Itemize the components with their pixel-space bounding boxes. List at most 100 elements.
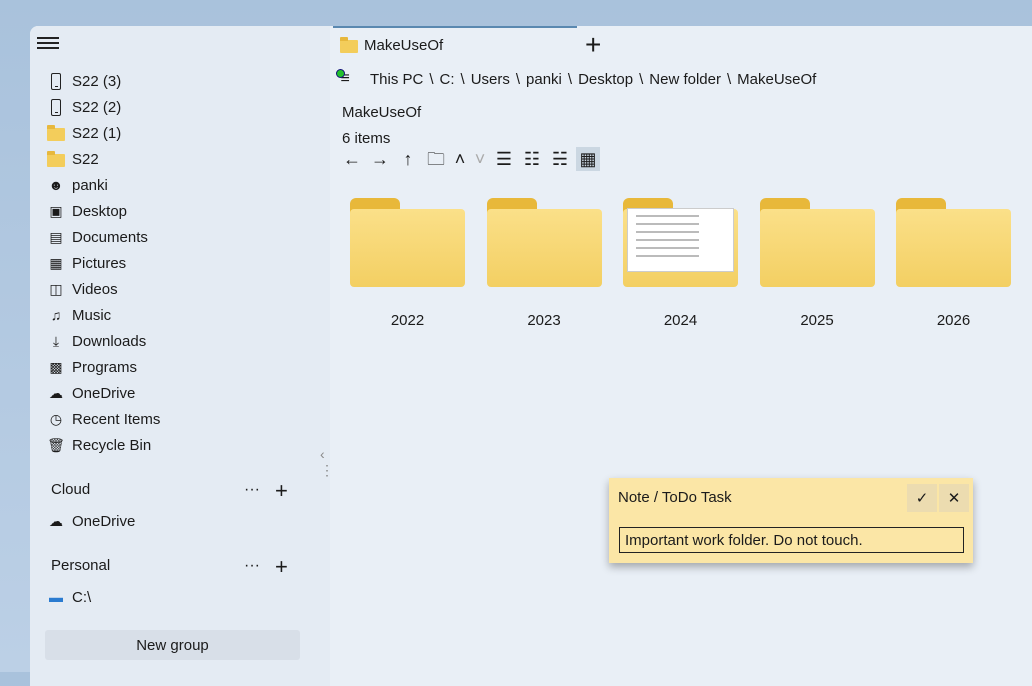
sidebar-item-pictures[interactable]: ▦ Pictures xyxy=(46,250,316,276)
toolbar: ← → ↑ 🗀 ˄ ˅ ☰ ☷ ☵ ▦ xyxy=(340,147,600,171)
folder-name: 2025 xyxy=(800,312,834,329)
back-icon[interactable]: ← xyxy=(340,147,364,171)
folder-title: MakeUseOf xyxy=(342,104,422,121)
sidebar-item-label: Desktop xyxy=(72,202,128,220)
videos-icon: ◫ xyxy=(49,280,63,297)
tiles-view-icon[interactable]: ☵ xyxy=(548,147,572,171)
list-view-icon[interactable]: ☷ xyxy=(520,147,544,171)
folder-icon xyxy=(759,196,875,288)
sort-asc-icon[interactable]: ˄ xyxy=(452,147,468,171)
note-title: Note / ToDo Task xyxy=(618,489,732,506)
music-icon: ♫ xyxy=(50,307,62,323)
crumb-c[interactable]: C: xyxy=(440,71,455,88)
sidebar-item-label: OneDrive xyxy=(72,384,136,402)
folder-item[interactable]: 2022 xyxy=(350,196,487,329)
sidebar-item-s22-3[interactable]: S22 (3) xyxy=(46,68,316,94)
sidebar-item-programs[interactable]: ▩ Programs xyxy=(46,354,316,380)
icons-view-icon[interactable]: ▦ xyxy=(576,147,600,171)
crumb-panki[interactable]: panki xyxy=(526,71,562,88)
menu-icon[interactable] xyxy=(37,34,59,52)
add-icon[interactable]: + xyxy=(275,478,288,504)
note-input[interactable] xyxy=(619,527,964,553)
details-view-icon[interactable]: ☰ xyxy=(492,147,516,171)
sidebar-item-s22[interactable]: S22 xyxy=(46,146,316,172)
folder-icon xyxy=(46,150,66,168)
more-icon[interactable]: ··· xyxy=(244,481,260,499)
pictures-icon: ▦ xyxy=(49,254,63,271)
tab-makeuseof[interactable]: MakeUseOf xyxy=(333,26,577,62)
phone-icon xyxy=(46,98,66,116)
sidebar-item-label: S22 (1) xyxy=(72,124,122,142)
cloud-icon: ☁ xyxy=(49,384,63,401)
crumb-sep: \ xyxy=(429,70,434,88)
more-icon[interactable]: ··· xyxy=(244,557,260,575)
new-group-button[interactable]: New group xyxy=(45,630,300,660)
forward-icon[interactable]: → xyxy=(368,147,392,171)
sidebar-item-label: Programs xyxy=(72,358,138,376)
crumb-this-pc[interactable]: This PC xyxy=(370,71,423,88)
sidebar-item-downloads[interactable]: ⤓ Downloads xyxy=(46,328,316,354)
documents-icon: ▤ xyxy=(49,228,63,245)
sidebar-item-label: Downloads xyxy=(72,332,147,350)
history-icon: ◷ xyxy=(49,410,63,427)
new-tab-button[interactable]: + xyxy=(585,30,601,60)
folder-with-preview-icon xyxy=(623,196,738,288)
sidebar-item-label: Videos xyxy=(72,280,118,298)
sidebar-item-label: panki xyxy=(72,176,108,194)
sidebar-item-label: Music xyxy=(72,306,112,324)
folder-icon xyxy=(896,196,1011,288)
confirm-icon[interactable]: ✓ xyxy=(907,484,937,512)
folder-item[interactable]: 2025 xyxy=(759,196,897,329)
list-icon[interactable]: ≡ xyxy=(336,69,356,88)
folder-item[interactable]: 2023 xyxy=(486,196,624,329)
sidebar-item-label: S22 (3) xyxy=(72,72,122,90)
sidebar-item-videos[interactable]: ◫ Videos xyxy=(46,276,316,302)
folder-icon xyxy=(46,124,66,142)
crumb-sep: \ xyxy=(515,70,521,88)
folder-icon xyxy=(350,196,465,288)
sidebar-item-cloud-onedrive[interactable]: ☁ OneDrive xyxy=(46,508,135,534)
crumb-makeuseof[interactable]: MakeUseOf xyxy=(737,71,816,88)
sidebar-item-label: Documents xyxy=(72,228,148,246)
sidebar-item-recent[interactable]: ◷ Recent Items xyxy=(46,406,316,432)
nav-list: S22 (3) S22 (2) S22 (1) S22 ☻ panki ▣ Desk… xyxy=(46,68,316,458)
sidebar-item-label: OneDrive xyxy=(72,512,136,530)
desktop-icon: ▣ xyxy=(49,202,63,219)
close-icon[interactable]: ✕ xyxy=(939,484,969,512)
sidebar-item-music[interactable]: ♫ Music xyxy=(46,302,316,328)
add-icon[interactable]: + xyxy=(275,554,288,580)
note-popup: Note / ToDo Task ✓ ✕ xyxy=(609,478,973,563)
crumb-sep: \ xyxy=(726,70,732,88)
folder-item[interactable]: 2024 xyxy=(623,196,760,329)
tab-label: MakeUseOf xyxy=(364,36,444,54)
phone-icon xyxy=(46,72,66,90)
item-count: 6 items xyxy=(342,130,391,147)
sidebar-item-panki[interactable]: ☻ panki xyxy=(46,172,316,198)
sidebar-item-s22-1[interactable]: S22 (1) xyxy=(46,120,316,146)
crumb-new-folder[interactable]: New folder xyxy=(649,71,721,88)
crumb-users[interactable]: Users xyxy=(471,71,510,88)
folder-icon xyxy=(486,196,602,288)
sort-desc-icon[interactable]: ˅ xyxy=(472,147,488,171)
download-icon: ⤓ xyxy=(52,332,60,349)
sidebar-item-c-drive[interactable]: ▬ C:\ xyxy=(46,584,91,610)
crumb-sep: \ xyxy=(639,70,644,88)
sidebar-item-s22-2[interactable]: S22 (2) xyxy=(46,94,316,120)
folder-item[interactable]: 2026 xyxy=(896,196,1032,329)
sidebar-item-desktop[interactable]: ▣ Desktop xyxy=(46,198,316,224)
sidebar-item-onedrive[interactable]: ☁ OneDrive xyxy=(46,380,316,406)
sidebar-item-recycle-bin[interactable]: 🗑 Recycle Bin xyxy=(46,432,316,458)
folder-name: 2022 xyxy=(390,312,425,329)
crumb-desktop[interactable]: Desktop xyxy=(578,71,633,88)
main-pane: MakeUseOf + ≡ This PC \ C: \ Users \ panki … xyxy=(330,26,1032,686)
new-folder-icon[interactable]: 🗀 xyxy=(424,147,448,171)
sidebar-item-documents[interactable]: ▤ Documents xyxy=(46,224,316,250)
group-title-personal: Personal xyxy=(51,557,111,574)
trash-icon: 🗑 xyxy=(47,436,65,453)
crumb-sep: \ xyxy=(567,70,573,88)
up-icon[interactable]: ↑ xyxy=(396,147,420,171)
folder-name: 2024 xyxy=(663,312,698,329)
folder-name: 2023 xyxy=(527,312,561,329)
sidebar-item-label: Pictures xyxy=(72,254,127,272)
drive-icon: ▬ xyxy=(49,589,63,605)
